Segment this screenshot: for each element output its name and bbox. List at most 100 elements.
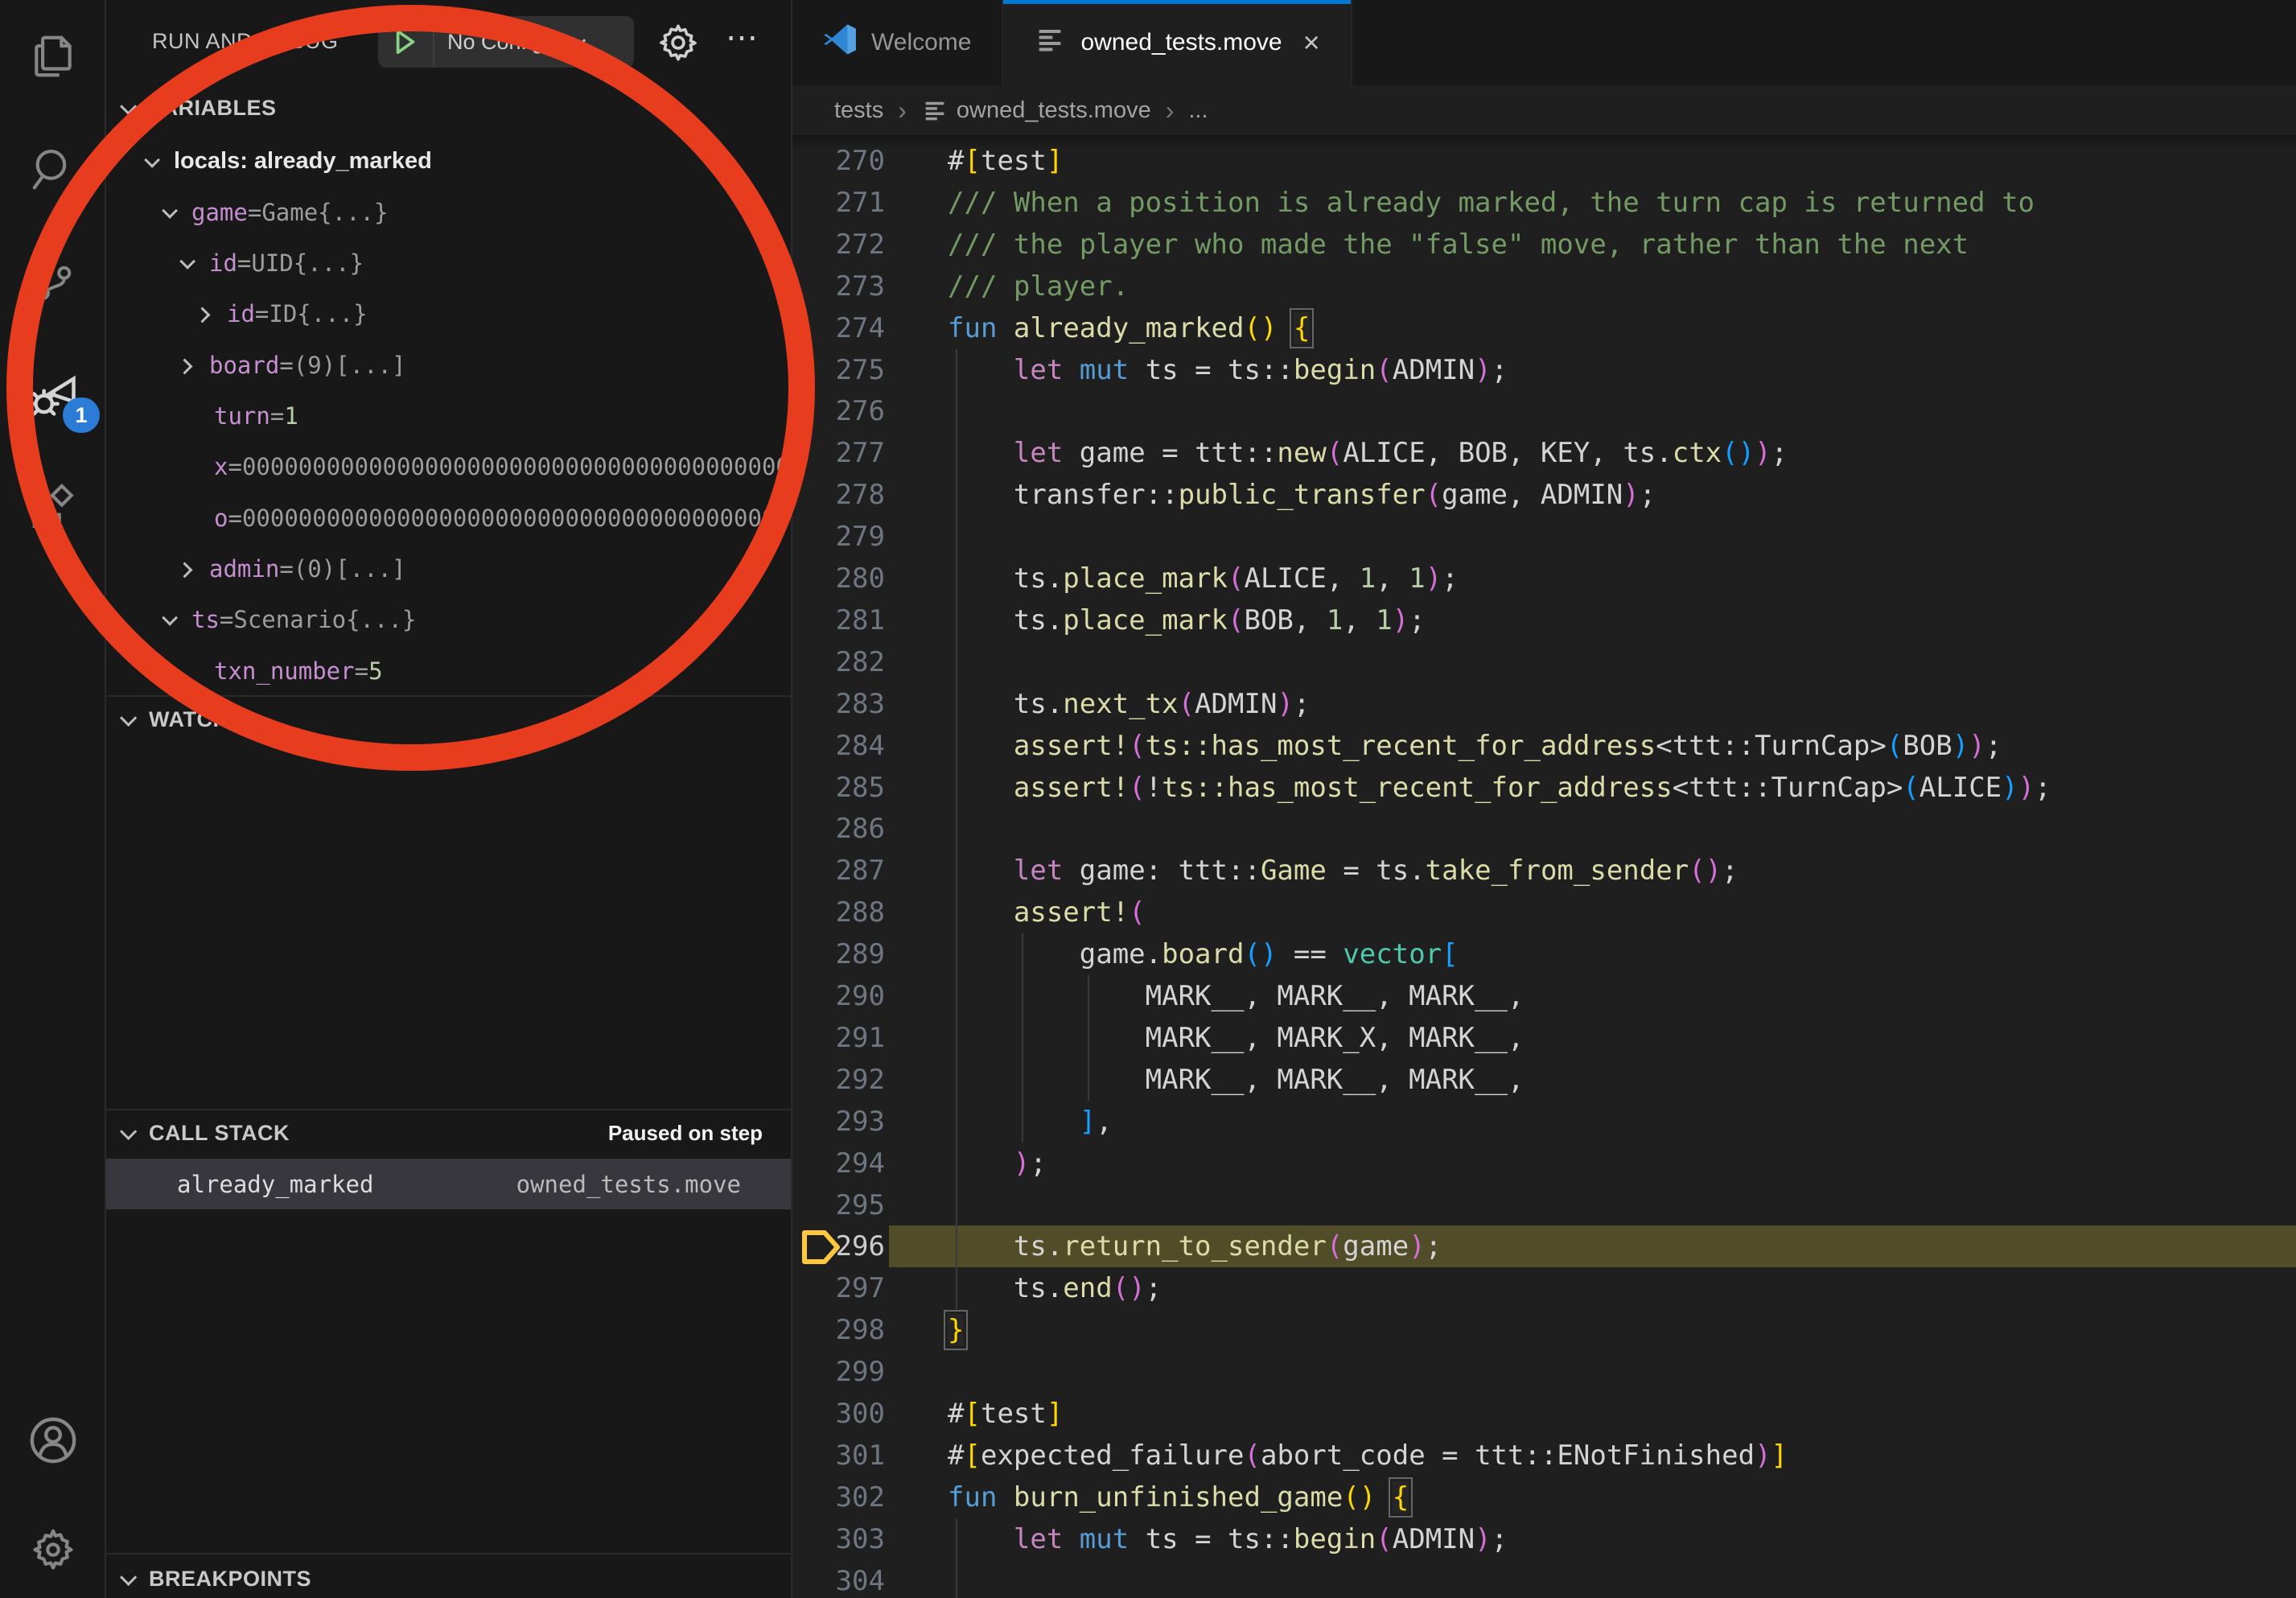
line-number[interactable]: 303 bbox=[792, 1518, 885, 1560]
breadcrumb-item[interactable]: ... bbox=[1188, 97, 1208, 124]
launch-config-dropdown[interactable]: No Configur bbox=[378, 16, 634, 68]
line-number[interactable]: 277 bbox=[792, 432, 885, 474]
views-more-actions-icon[interactable]: ⋯ bbox=[714, 13, 771, 63]
call-stack-frame[interactable]: already_marked owned_tests.move bbox=[106, 1159, 791, 1209]
line-number[interactable]: 297 bbox=[792, 1267, 885, 1309]
line-number[interactable]: 291 bbox=[792, 1017, 885, 1059]
variables-section-header[interactable]: VARIABLES bbox=[106, 85, 791, 130]
launch-config-label[interactable]: No Configur bbox=[447, 30, 563, 55]
code-line-296[interactable]: 296 ts.return_to_sender(game); bbox=[792, 1225, 2296, 1267]
line-number[interactable]: 288 bbox=[792, 892, 885, 933]
code-line-288[interactable]: 288 assert!( bbox=[792, 892, 2296, 933]
line-number[interactable]: 301 bbox=[792, 1435, 885, 1477]
settings-icon[interactable] bbox=[0, 1501, 106, 1598]
code-line-289[interactable]: 289 game.board() == vector[ bbox=[792, 933, 2296, 975]
line-number[interactable]: 294 bbox=[792, 1143, 885, 1184]
line-number[interactable]: 284 bbox=[792, 725, 885, 767]
code-line-304[interactable]: 304 bbox=[792, 1560, 2296, 1598]
code-line-295[interactable]: 295 bbox=[792, 1184, 2296, 1226]
code-line-283[interactable]: 283 ts.next_tx(ADMIN); bbox=[792, 683, 2296, 725]
call-stack-section-header[interactable]: CALL STACK Paused on step bbox=[106, 1110, 791, 1155]
line-number[interactable]: 285 bbox=[792, 767, 885, 809]
code-line-275[interactable]: 275 let mut ts = ts::begin(ADMIN); bbox=[792, 349, 2296, 391]
line-number[interactable]: 270 bbox=[792, 140, 885, 182]
breakpoints-section-header[interactable]: BREAKPOINTS bbox=[106, 1556, 791, 1598]
line-number[interactable]: 290 bbox=[792, 975, 885, 1017]
variable-row[interactable]: o = 000000000000000000000000000000000000… bbox=[106, 492, 791, 543]
tab-owned-tests-move[interactable]: owned_tests.move× bbox=[1003, 0, 1352, 85]
close-icon[interactable]: × bbox=[1303, 28, 1320, 57]
variables-scope-row[interactable]: locals: already_marked bbox=[106, 136, 791, 187]
code-line-302[interactable]: 302fun burn_unfinished_game() { bbox=[792, 1477, 2296, 1518]
line-number[interactable]: 272 bbox=[792, 224, 885, 266]
search-icon[interactable] bbox=[0, 121, 106, 217]
explorer-icon[interactable] bbox=[0, 8, 106, 105]
line-number[interactable]: 275 bbox=[792, 349, 885, 391]
code-line-284[interactable]: 284 assert!(ts::has_most_recent_for_addr… bbox=[792, 725, 2296, 767]
line-number[interactable]: 278 bbox=[792, 474, 885, 516]
code-line-279[interactable]: 279 bbox=[792, 516, 2296, 558]
code-line-270[interactable]: 270#[test] bbox=[792, 140, 2296, 182]
line-number[interactable]: 300 bbox=[792, 1393, 885, 1435]
start-debug-icon[interactable] bbox=[378, 16, 434, 68]
code-line-300[interactable]: 300#[test] bbox=[792, 1393, 2296, 1435]
line-number[interactable]: 276 bbox=[792, 390, 885, 432]
code-line-299[interactable]: 299 bbox=[792, 1351, 2296, 1393]
line-number[interactable]: 293 bbox=[792, 1101, 885, 1143]
code-line-293[interactable]: 293 ], bbox=[792, 1101, 2296, 1143]
code-line-281[interactable]: 281 ts.place_mark(BOB, 1, 1); bbox=[792, 599, 2296, 641]
code-line-291[interactable]: 291 MARK__, MARK_X, MARK__, bbox=[792, 1017, 2296, 1059]
code-line-280[interactable]: 280 ts.place_mark(ALICE, 1, 1); bbox=[792, 558, 2296, 599]
line-number[interactable]: 281 bbox=[792, 599, 885, 641]
line-number[interactable]: 271 bbox=[792, 182, 885, 224]
line-number[interactable]: 274 bbox=[792, 307, 885, 349]
code-line-273[interactable]: 273/// player. bbox=[792, 266, 2296, 307]
code-line-278[interactable]: 278 transfer::public_transfer(game, ADMI… bbox=[792, 474, 2296, 516]
breadcrumb-item[interactable]: owned_tests.move bbox=[957, 97, 1151, 124]
variable-row[interactable]: game = Game{...} bbox=[106, 187, 791, 237]
run-and-debug-icon[interactable]: 1 bbox=[0, 348, 106, 444]
breadcrumb[interactable]: tests›owned_tests.move›... bbox=[792, 85, 2296, 135]
line-number[interactable]: 295 bbox=[792, 1184, 885, 1226]
code-line-297[interactable]: 297 ts.end(); bbox=[792, 1267, 2296, 1309]
accounts-icon[interactable] bbox=[0, 1392, 106, 1489]
code-line-298[interactable]: 298} bbox=[792, 1309, 2296, 1351]
debug-settings-gear-icon[interactable] bbox=[652, 18, 705, 68]
code-line-274[interactable]: 274fun already_marked() { bbox=[792, 307, 2296, 349]
code-line-276[interactable]: 276 bbox=[792, 390, 2296, 432]
variable-row[interactable]: txn_number = 5 bbox=[106, 645, 791, 696]
code-line-282[interactable]: 282 bbox=[792, 641, 2296, 683]
breadcrumb-item[interactable]: tests bbox=[834, 97, 883, 124]
line-number[interactable]: 302 bbox=[792, 1477, 885, 1518]
code-line-303[interactable]: 303 let mut ts = ts::begin(ADMIN); bbox=[792, 1518, 2296, 1560]
line-number[interactable]: 282 bbox=[792, 641, 885, 683]
variable-row[interactable]: admin = (0)[...] bbox=[106, 543, 791, 594]
line-number[interactable]: 273 bbox=[792, 266, 885, 307]
variable-row[interactable]: board = (9)[...] bbox=[106, 340, 791, 390]
extensions-icon[interactable] bbox=[0, 457, 106, 554]
line-number[interactable]: 280 bbox=[792, 558, 885, 599]
line-number[interactable]: 296 bbox=[792, 1225, 885, 1267]
line-number[interactable]: 289 bbox=[792, 933, 885, 975]
code-line-286[interactable]: 286 bbox=[792, 808, 2296, 850]
variable-row[interactable]: x = 000000000000000000000000000000000000… bbox=[106, 442, 791, 492]
watch-section-header[interactable]: WATCH bbox=[106, 697, 791, 742]
code-line-294[interactable]: 294 ); bbox=[792, 1143, 2296, 1184]
code-line-287[interactable]: 287 let game: ttt::Game = ts.take_from_s… bbox=[792, 850, 2296, 892]
variable-row[interactable]: id = UID{...} bbox=[106, 238, 791, 289]
source-control-icon[interactable] bbox=[0, 232, 106, 328]
line-number[interactable]: 304 bbox=[792, 1560, 885, 1598]
variable-row[interactable]: id = ID{...} bbox=[106, 289, 791, 340]
code-editor[interactable]: 270#[test]271/// When a position is alre… bbox=[792, 135, 2296, 1598]
line-number[interactable]: 287 bbox=[792, 850, 885, 892]
code-line-271[interactable]: 271/// When a position is already marked… bbox=[792, 182, 2296, 224]
tab-welcome[interactable]: Welcome bbox=[792, 0, 1003, 85]
line-number[interactable]: 286 bbox=[792, 808, 885, 850]
line-number[interactable]: 299 bbox=[792, 1351, 885, 1393]
code-line-285[interactable]: 285 assert!(!ts::has_most_recent_for_add… bbox=[792, 767, 2296, 809]
line-number[interactable]: 279 bbox=[792, 516, 885, 558]
code-line-272[interactable]: 272/// the player who made the "false" m… bbox=[792, 224, 2296, 266]
line-number[interactable]: 292 bbox=[792, 1059, 885, 1101]
code-line-292[interactable]: 292 MARK__, MARK__, MARK__, bbox=[792, 1059, 2296, 1101]
code-line-290[interactable]: 290 MARK__, MARK__, MARK__, bbox=[792, 975, 2296, 1017]
